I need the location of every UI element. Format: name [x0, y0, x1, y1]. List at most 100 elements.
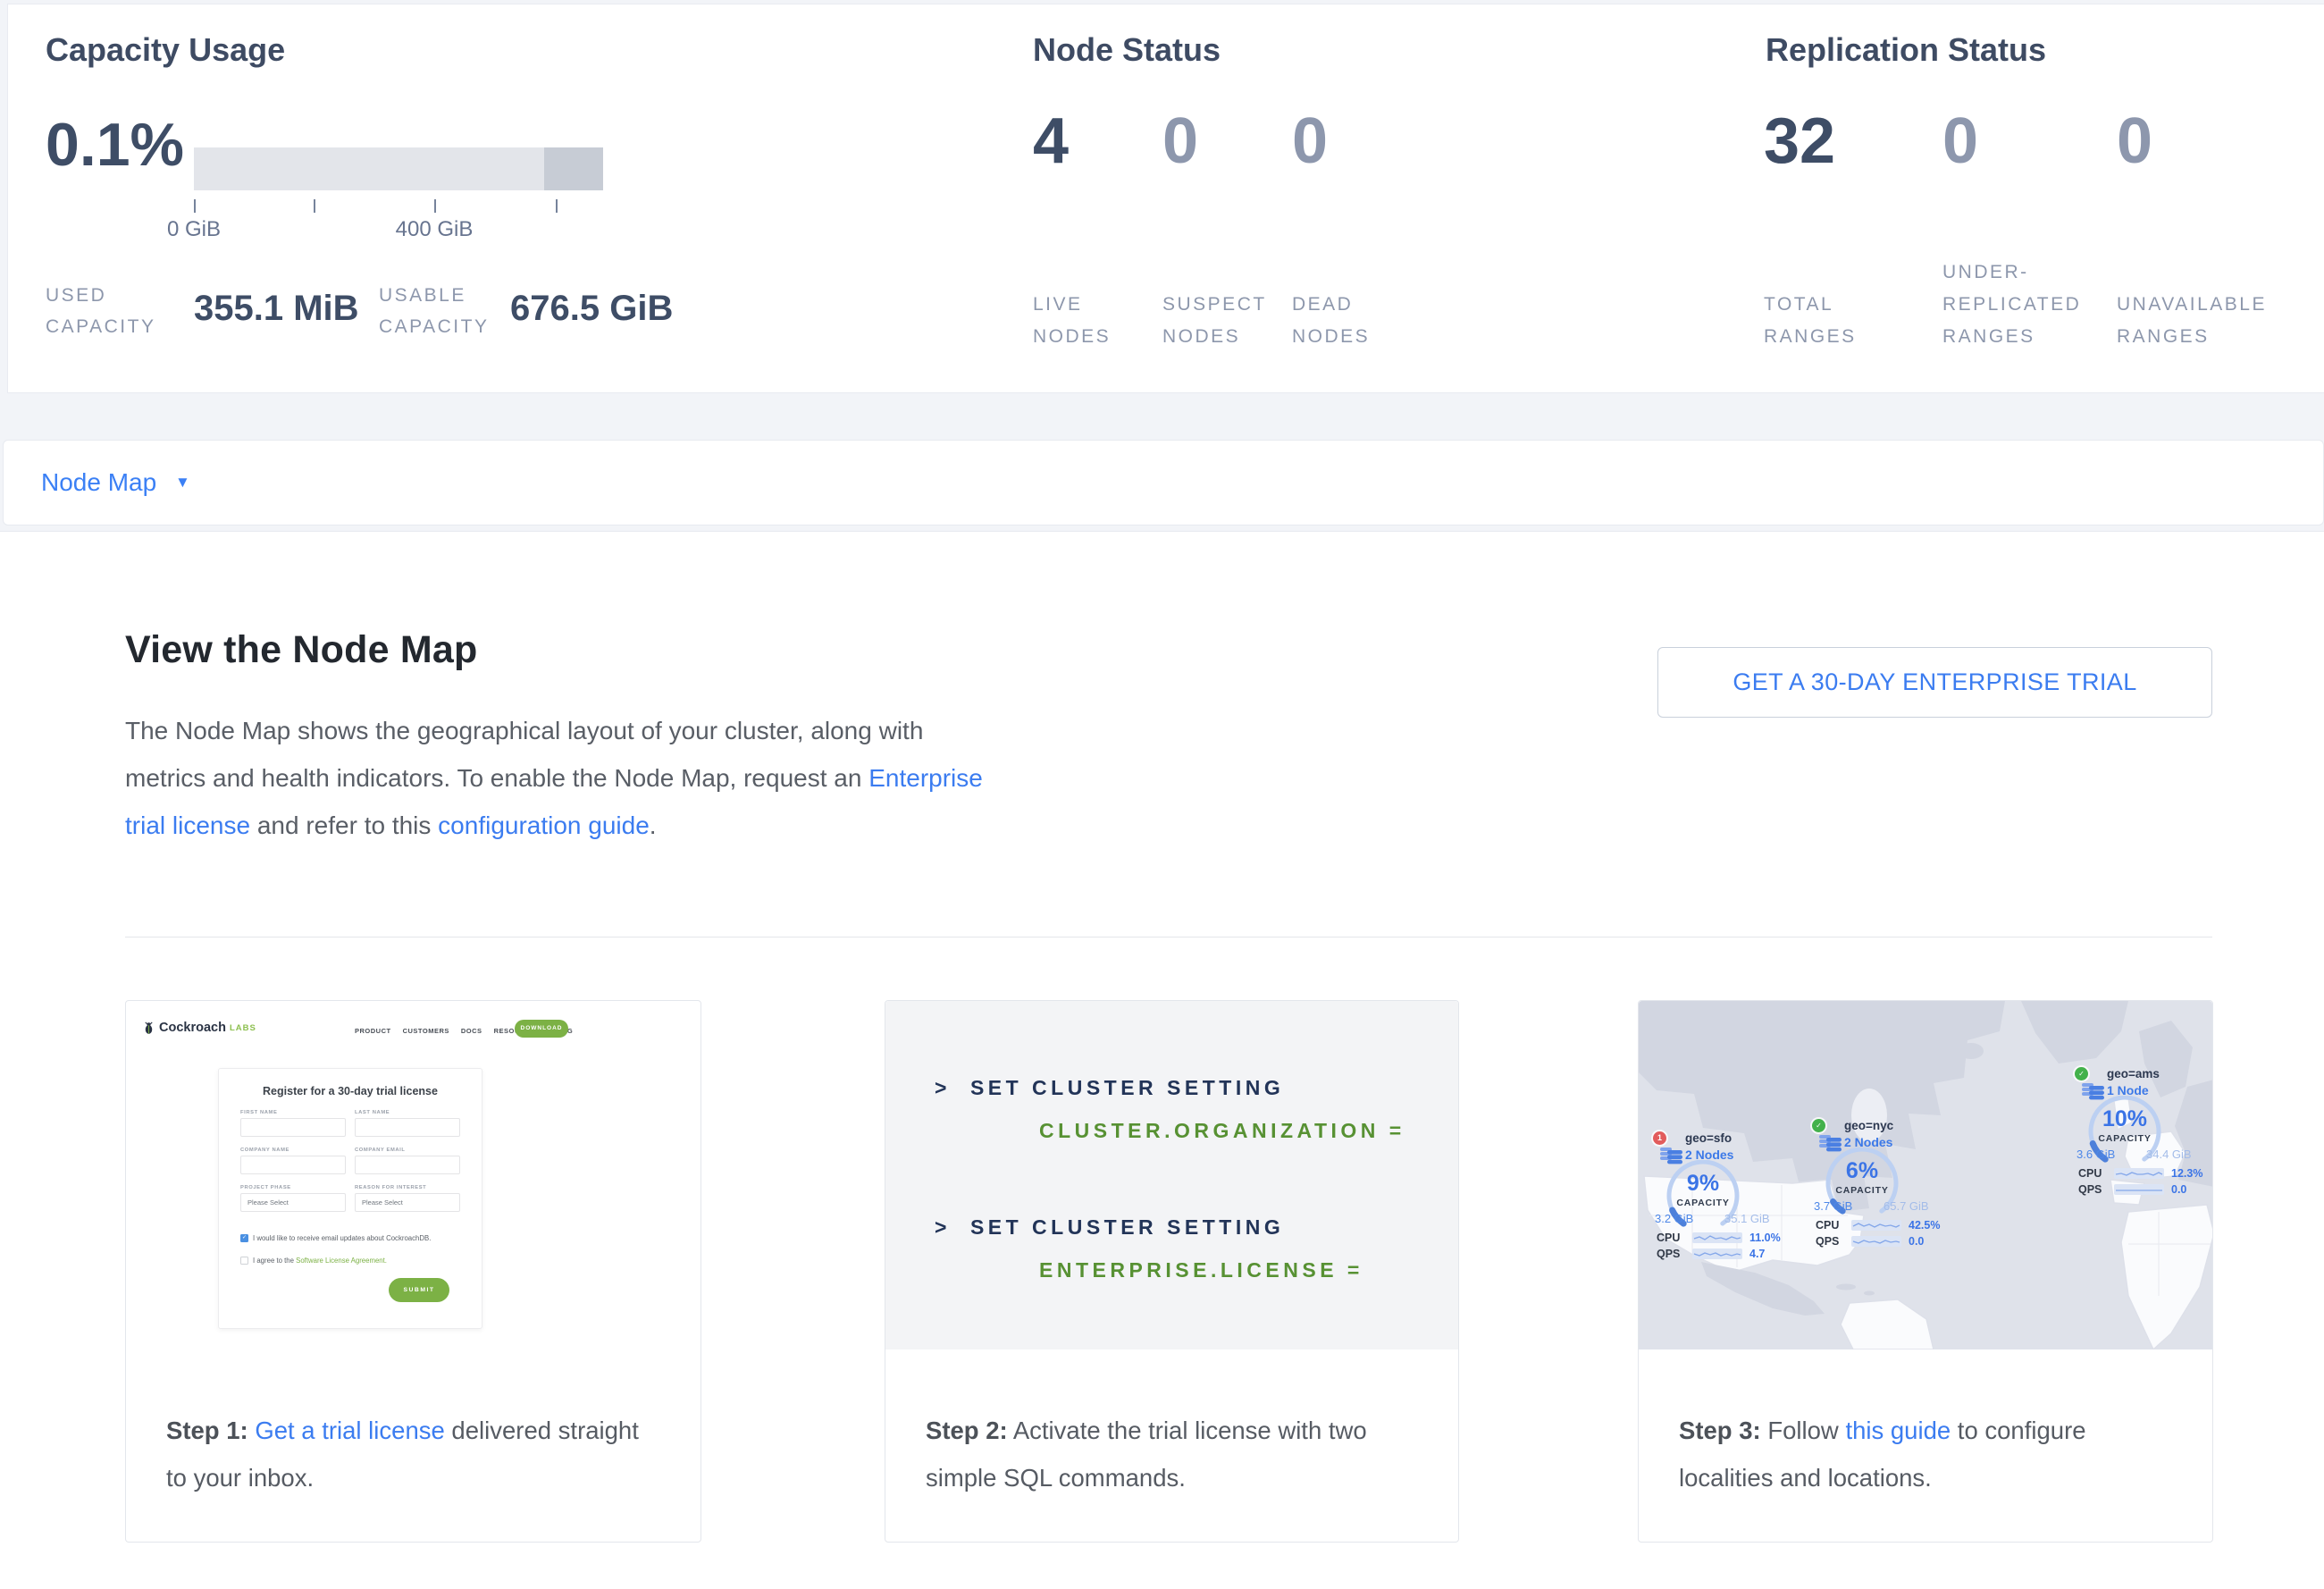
capacity-total: 65.7 GiB — [1884, 1199, 1929, 1213]
checkbox-checked-icon: ✓ — [240, 1234, 248, 1242]
field-label: PROJECT PHASE — [240, 1185, 291, 1190]
qps-sparkline — [1692, 1248, 1742, 1259]
view-selector-label: Node Map — [41, 441, 156, 525]
chevron-down-icon: ▼ — [175, 441, 190, 525]
select-input: Please Select — [240, 1193, 346, 1212]
license-agreement-checkbox: I agree to the Software License Agreemen… — [240, 1256, 464, 1265]
step-number: Step 1: — [166, 1417, 248, 1444]
trial-signup-screenshot: Cockroach LABS PRODUCT CUSTOMERS DOCS RE… — [126, 1001, 701, 1349]
qps-metric-row: QPS 4.7 — [1657, 1248, 1794, 1260]
qps-metric-row: QPS 0.0 — [1816, 1235, 1953, 1248]
node-status-title: Node Status — [1033, 31, 1221, 69]
cpu-metric-row: CPU 12.3% — [2078, 1167, 2212, 1180]
page-title: View the Node Map — [125, 628, 477, 672]
capacity-percent-value: 0.1% — [46, 110, 184, 180]
locality-name: geo=sfo — [1685, 1131, 1732, 1145]
prompt-icon: > — [935, 1215, 951, 1239]
axis-tick — [556, 199, 558, 213]
intro-text: and refer to this — [250, 811, 438, 839]
step-2-card: >SET CLUSTER SETTING CLUSTER.ORGANIZATIO… — [885, 1000, 1459, 1543]
capacity-label: CAPACITY — [1816, 1185, 1909, 1196]
configuration-guide-link[interactable]: configuration guide — [438, 811, 650, 839]
cpu-sparkline — [1692, 1232, 1742, 1243]
step-1-card: Cockroach LABS PRODUCT CUSTOMERS DOCS RE… — [125, 1000, 701, 1543]
checkbox-unchecked-icon — [240, 1257, 248, 1265]
step-number: Step 3: — [1679, 1417, 1761, 1444]
cpu-sparkline — [2114, 1168, 2164, 1179]
email-updates-checkbox: ✓ I would like to receive email updates … — [240, 1233, 464, 1243]
node-map-promo-section: View the Node Map The Node Map shows the… — [0, 531, 2324, 1589]
logo-wordmark-labs: LABS — [230, 1023, 256, 1033]
trial-license-form: Register for a 30-day trial license FIRS… — [218, 1068, 482, 1329]
axis-tick — [434, 199, 436, 213]
live-nodes-label: LIVE NODES — [1033, 289, 1136, 353]
capacity-used: 3.6 GiB — [2076, 1148, 2115, 1161]
software-license-link: Software License Agreement. — [296, 1257, 387, 1265]
live-nodes-value: 4 — [1033, 105, 1069, 178]
intro-text: The Node Map shows the geographical layo… — [125, 717, 923, 792]
sql-statement: >SET CLUSTER SETTING — [935, 1076, 1284, 1100]
locality-cluster-ams: ✓ geo=ams 1 Node 10% CAPACITY 3.6 GiB 34… — [2075, 1067, 2212, 1201]
locality-cluster-sfo: 1 geo=sfo 2 Nodes 9% CAPACITY 3.2 GiB 35… — [1653, 1131, 1794, 1265]
capacity-percent: 9% — [1657, 1171, 1749, 1197]
dead-nodes-label: DEAD NODES — [1292, 289, 1395, 353]
node-map-preview: 1 geo=sfo 2 Nodes 9% CAPACITY 3.2 GiB 35… — [1639, 1001, 2212, 1349]
axis-tick — [194, 199, 196, 213]
text-input — [355, 1156, 460, 1174]
checkbox-label: I agree to the — [253, 1257, 296, 1265]
axis-tick-label: 0 GiB — [131, 217, 256, 242]
replication-status-title: Replication Status — [1766, 31, 2046, 69]
view-selector-dropdown[interactable]: Node Map ▼ — [3, 440, 2324, 525]
nav-item: CUSTOMERS — [403, 1027, 449, 1035]
sql-statement: >SET CLUSTER SETTING — [935, 1215, 1284, 1240]
capacity-label: CAPACITY — [2078, 1133, 2171, 1144]
axis-tick-label: 400 GiB — [372, 217, 497, 242]
field-label: COMPANY EMAIL — [355, 1148, 406, 1153]
intro-text: . — [650, 811, 657, 839]
locality-name: geo=nyc — [1844, 1119, 1893, 1132]
axis-tick — [314, 199, 315, 213]
cockroach-labs-logo: Cockroach LABS — [142, 1021, 256, 1035]
form-title: Register for a 30-day trial license — [219, 1085, 482, 1097]
text-input — [240, 1118, 346, 1137]
cpu-metric-row: CPU 42.5% — [1816, 1219, 1953, 1232]
total-ranges-label: TOTAL RANGES — [1764, 289, 1867, 353]
locality-name: geo=ams — [2107, 1067, 2160, 1080]
capacity-label: CAPACITY — [1657, 1198, 1749, 1208]
step-number: Step 2: — [926, 1417, 1008, 1444]
sql-commands-illustration: >SET CLUSTER SETTING CLUSTER.ORGANIZATIO… — [885, 1001, 1458, 1349]
submit-button: SUBMIT — [389, 1278, 449, 1302]
text-input — [240, 1156, 346, 1174]
field-label: FIRST NAME — [240, 1110, 277, 1115]
capacity-total: 34.4 GiB — [2146, 1148, 2192, 1161]
prompt-icon: > — [935, 1076, 951, 1099]
nav-item: DOCS — [461, 1027, 482, 1035]
capacity-total: 35.1 GiB — [1724, 1212, 1770, 1225]
get-enterprise-trial-button[interactable]: GET A 30-DAY ENTERPRISE TRIAL — [1657, 647, 2212, 718]
qps-sparkline — [1851, 1236, 1901, 1247]
get-trial-license-link[interactable]: Get a trial license — [255, 1417, 444, 1444]
cluster-summary-panel: Capacity Usage 0.1% 0 GiB 400 GiB USED C… — [7, 4, 2324, 393]
download-button: DOWNLOAD — [515, 1020, 568, 1038]
checkbox-label: I would like to receive email updates ab… — [253, 1233, 431, 1243]
field-label: COMPANY NAME — [240, 1148, 289, 1153]
capacity-bar — [194, 147, 603, 190]
qps-sparkline — [2114, 1184, 2164, 1195]
step-3-caption: Step 3: Follow this guide to configure l… — [1639, 1349, 2211, 1501]
used-capacity-value: 355.1 MiB — [194, 289, 359, 329]
step-2-caption: Step 2: Activate the trial license with … — [885, 1349, 1457, 1501]
dead-nodes-value: 0 — [1292, 105, 1328, 178]
intro-paragraph: The Node Map shows the geographical layo… — [125, 707, 996, 849]
sql-setting: ENTERPRISE.LICENSE = — [1039, 1258, 1363, 1282]
this-guide-link[interactable]: this guide — [1845, 1417, 1951, 1444]
unavailable-ranges-value: 0 — [2117, 105, 2152, 178]
step-1-caption: Step 1: Get a trial license delivered st… — [126, 1349, 698, 1501]
logo-wordmark: Cockroach — [159, 1021, 226, 1035]
under-replicated-ranges-value: 0 — [1942, 105, 1978, 178]
capacity-bar-used-segment — [544, 147, 603, 190]
unavailable-ranges-label: UNAVAILABLE RANGES — [2117, 289, 2295, 353]
capacity-used: 3.7 GiB — [1814, 1199, 1852, 1213]
capacity-percent: 6% — [1816, 1158, 1909, 1184]
select-input: Please Select — [355, 1193, 460, 1212]
capacity-used: 3.2 GiB — [1655, 1212, 1693, 1225]
